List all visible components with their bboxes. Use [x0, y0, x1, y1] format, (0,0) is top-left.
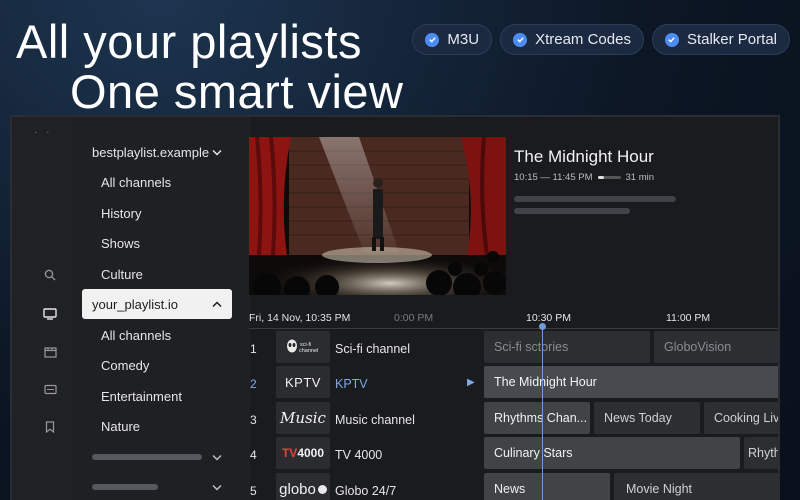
logo-text-tv: TV [281, 446, 298, 460]
channel-name[interactable]: TV 4000 [335, 448, 382, 462]
menu-dots-icon[interactable]: · · [34, 127, 52, 138]
program-cell[interactable]: Rhythm [744, 437, 778, 469]
check-icon [513, 32, 528, 47]
channel-name[interactable]: Sci-fi channel [335, 342, 410, 356]
hero-title-line1: All your playlists [16, 15, 362, 68]
chip-xtream-codes: Xtream Codes [500, 24, 644, 55]
logo-text-4000: 4000 [297, 446, 325, 460]
program-cell[interactable]: Movie Night [614, 473, 778, 500]
playlist-group-collapsed-2[interactable] [82, 472, 232, 500]
now-playing-time: 10:15 — 11:45 PM 31 min [514, 172, 654, 183]
channel-number: 4 [250, 448, 257, 462]
playlist-sidebar: bestplaylist.example All channels Histor… [74, 117, 250, 500]
epg-date: Fri, 14 Nov, 10:35 PM [249, 312, 351, 324]
playing-indicator-icon: ▶ [467, 377, 475, 388]
channel-number: 5 [250, 484, 257, 498]
channel-name[interactable]: Music channel [335, 413, 415, 427]
sidebar-item-nature[interactable]: Nature [82, 411, 232, 441]
program-cell[interactable]: News [484, 473, 610, 500]
sidebar-item-all-channels[interactable]: All channels [82, 167, 232, 197]
program-cell[interactable]: GloboVision [654, 331, 778, 363]
chip-label: M3U [447, 31, 480, 48]
sidebar-item-all-channels-2[interactable]: All channels [82, 320, 232, 350]
description-placeholder-line [514, 196, 676, 202]
sidebar-item-shows[interactable]: Shows [82, 228, 232, 258]
current-time-line [542, 325, 543, 500]
search-icon[interactable] [42, 267, 58, 283]
remaining-time: 31 min [625, 172, 655, 183]
chevron-down-icon [212, 149, 222, 156]
check-icon [664, 32, 679, 47]
time-tick: 10:30 PM [526, 312, 571, 324]
program-cell-selected[interactable]: The Midnight Hour [484, 366, 778, 398]
now-playing-title: The Midnight Hour [514, 147, 654, 166]
chip-stalker-portal: Stalker Portal [651, 24, 790, 55]
program-cell[interactable]: Cooking Live [704, 402, 778, 434]
program-cell[interactable]: Rhythms Chan... [484, 402, 590, 434]
program-cell[interactable]: Sci-fi sctories [484, 331, 650, 363]
channel-number: 2 [250, 377, 257, 391]
channel-logo-tv4000[interactable]: TV 4000 [276, 437, 330, 469]
hero-title-line2: One smart view [70, 65, 404, 118]
channel-number: 3 [250, 413, 257, 427]
time-tick: 11:00 PM [666, 312, 711, 324]
channel-name[interactable]: Globo 24/7 [335, 484, 396, 498]
playlist-group-collapsed-1[interactable] [82, 442, 232, 472]
placeholder-bar [92, 484, 158, 490]
playlist-group-your-playlist[interactable]: your_playlist.io [82, 289, 232, 319]
current-time-marker [539, 323, 546, 330]
playlist-group-label: bestplaylist.example [92, 144, 210, 160]
tv-icon[interactable] [42, 306, 58, 322]
bookmark-icon[interactable] [42, 419, 58, 435]
series-icon[interactable] [42, 381, 58, 397]
progress-fill [597, 176, 605, 179]
chevron-down-icon [212, 454, 222, 461]
channel-number: 1 [250, 342, 257, 356]
sidebar-item-history[interactable]: History [82, 198, 232, 228]
time-range: 10:15 — 11:45 PM [514, 172, 593, 183]
program-cell[interactable]: News Today [594, 402, 700, 434]
placeholder-bar [92, 454, 202, 460]
chevron-up-icon [212, 300, 222, 307]
program-cell[interactable]: Culinary Stars [484, 437, 740, 469]
time-axis [249, 328, 778, 329]
nav-rail: · · [12, 117, 74, 500]
alien-icon: sci-fi channel [287, 339, 318, 354]
chip-m3u: M3U [412, 24, 493, 55]
chip-label: Stalker Portal [686, 31, 777, 48]
channel-logo-music[interactable]: Music [276, 402, 330, 434]
sidebar-item-entertainment[interactable]: Entertainment [82, 381, 232, 411]
description-placeholder-line [514, 208, 630, 214]
check-icon [425, 32, 440, 47]
channel-name[interactable]: KPTV [335, 377, 368, 391]
playlist-group-label: your_playlist.io [92, 296, 178, 312]
sidebar-item-comedy[interactable]: Comedy [82, 350, 232, 380]
channel-logo-globo[interactable]: globo [276, 473, 330, 500]
sidebar-item-culture[interactable]: Culture [82, 259, 232, 289]
playlist-group-bestplaylist[interactable]: bestplaylist.example [82, 137, 232, 167]
globe-icon [317, 484, 327, 494]
time-tick: 0:00 PM [394, 312, 434, 324]
now-playing-progress [597, 176, 621, 179]
video-preview[interactable] [249, 137, 506, 295]
svg-text:channel: channel [299, 348, 318, 354]
chip-label: Xtream Codes [535, 31, 631, 48]
stage-scene-image [249, 137, 506, 295]
movie-icon[interactable] [42, 344, 58, 360]
source-chips: M3U Xtream Codes Stalker Portal [412, 24, 790, 55]
tv-screen: · · bestplaylist.example All channels Hi… [10, 115, 780, 500]
channel-logo-scifi[interactable]: sci-fi channel [276, 331, 330, 363]
logo-text-globo: globo [279, 480, 316, 498]
channel-logo-kptv[interactable]: KPTV [276, 366, 330, 398]
chevron-down-icon [212, 484, 222, 491]
